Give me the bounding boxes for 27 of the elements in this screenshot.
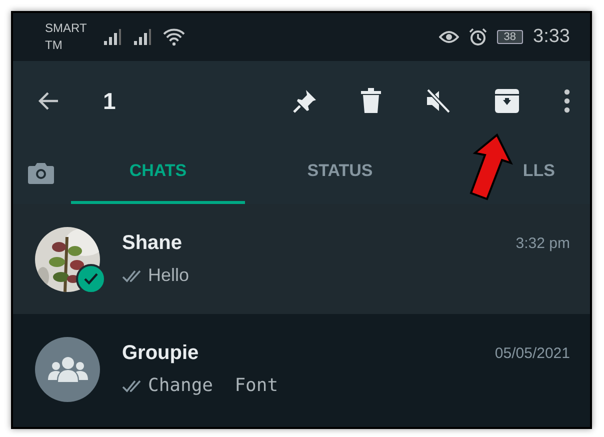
more-options-button[interactable] bbox=[564, 89, 570, 113]
tab[interactable]: LLS bbox=[435, 141, 555, 204]
carrier-label: SMART bbox=[45, 20, 88, 37]
alarm-icon bbox=[468, 28, 487, 46]
message-preview: Change Font bbox=[148, 375, 278, 396]
tab[interactable]: STATUS bbox=[245, 141, 435, 204]
eye-icon bbox=[438, 30, 459, 44]
signal-icon bbox=[133, 28, 153, 46]
pin-button[interactable] bbox=[292, 88, 318, 114]
mute-button[interactable] bbox=[424, 87, 452, 115]
battery-level: 38 bbox=[496, 30, 524, 44]
chat-row[interactable]: Groupie 05/05/2021 Change Font bbox=[13, 314, 590, 424]
signal-icon bbox=[103, 28, 123, 46]
contact-name: Groupie bbox=[122, 342, 199, 365]
archive-button[interactable] bbox=[494, 88, 520, 114]
selection-count: 1 bbox=[103, 88, 116, 114]
chat-row[interactable]: Shane 3:32 pm Hello bbox=[13, 204, 590, 314]
message-preview: Hello bbox=[148, 265, 190, 286]
message-time: 3:32 pm bbox=[516, 235, 570, 252]
message-time: 05/05/2021 bbox=[494, 345, 570, 362]
wifi-icon bbox=[163, 28, 185, 46]
selected-check-icon bbox=[76, 264, 106, 294]
delete-button[interactable] bbox=[360, 88, 382, 114]
carrier-label: TM bbox=[45, 37, 64, 54]
camera-button[interactable] bbox=[27, 160, 55, 184]
clock-time: 3:33 bbox=[533, 26, 570, 48]
contact-name: Shane bbox=[122, 232, 182, 255]
